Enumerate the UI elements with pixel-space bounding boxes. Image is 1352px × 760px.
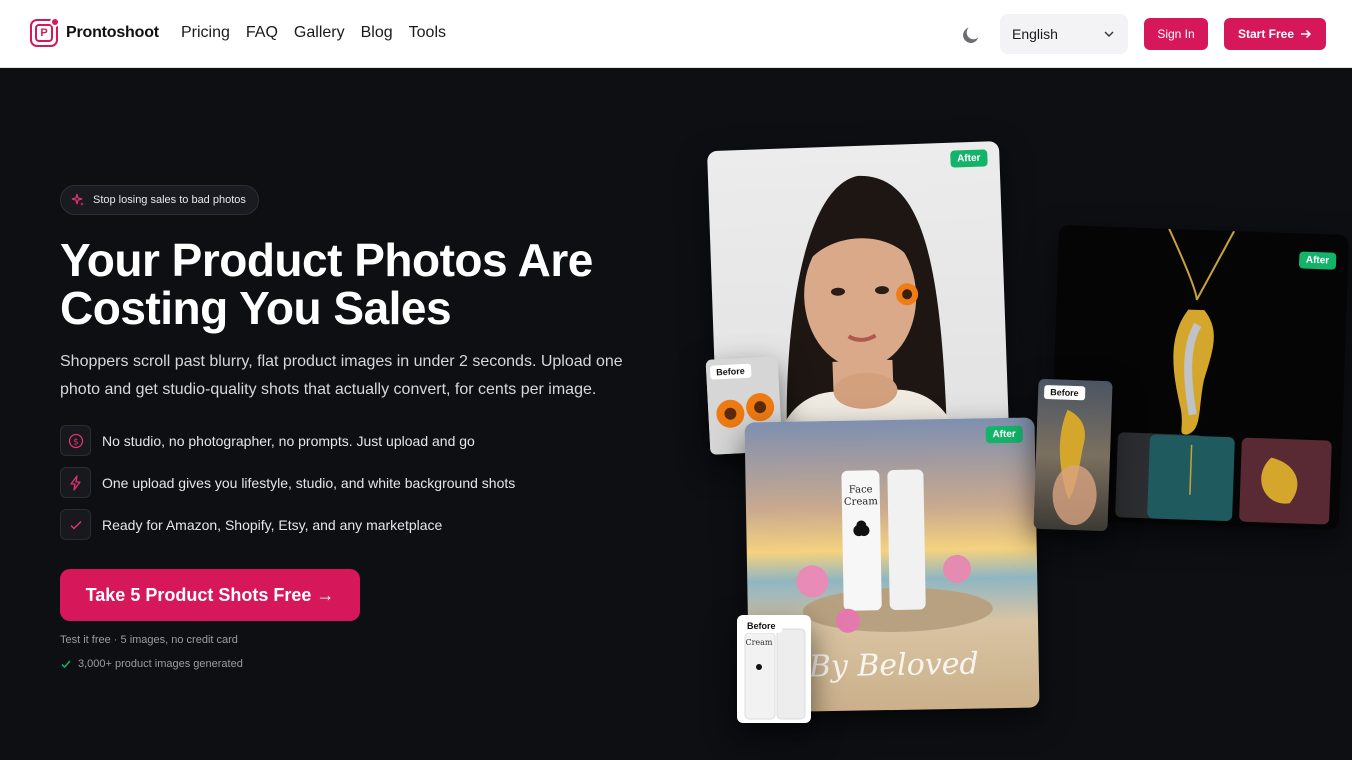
feature-item-marketplace: Ready for Amazon, Shopify, Etsy, and any… <box>60 509 442 540</box>
pendant-before-image: Before <box>1033 378 1113 532</box>
check-icon <box>61 660 71 669</box>
pendant-illustration <box>1052 409 1097 526</box>
top-navbar: P Prontoshoot Pricing FAQ Gallery Blog T… <box>0 0 1352 68</box>
before-tag: Before <box>1043 384 1085 401</box>
small-cream-label: Cream <box>745 638 772 647</box>
dollar-icon: $ <box>60 425 91 456</box>
nav-link-tools[interactable]: Tools <box>409 24 446 42</box>
svg-text:$: $ <box>73 437 79 447</box>
before-tag: Before <box>709 363 752 380</box>
moon-icon[interactable] <box>960 24 982 46</box>
nav-link-faq[interactable]: FAQ <box>246 24 278 42</box>
social-proof: 3,000+ product images generated <box>60 658 243 670</box>
feature-text: No studio, no photographer, no prompts. … <box>102 432 475 449</box>
after-tag: After <box>985 425 1023 444</box>
cream-tube-label-2: Cream <box>844 496 878 508</box>
feature-text: One upload gives you lifestyle, studio, … <box>102 474 516 491</box>
after-tag: After <box>1298 251 1337 270</box>
take-free-shots-button[interactable]: Take 5 Product Shots Free → <box>60 569 360 621</box>
sign-in-button[interactable]: Sign In <box>1144 18 1208 50</box>
hero-badge-text: Stop losing sales to bad photos <box>93 194 246 206</box>
brand-script-text: By Beloved <box>808 647 979 685</box>
language-select-value: English <box>1012 26 1058 42</box>
language-select[interactable]: English <box>1000 14 1128 54</box>
chevron-down-icon <box>1104 31 1114 37</box>
start-free-label: Start Free <box>1237 27 1295 41</box>
hero-headline: Your Product Photos Are Costing You Sale… <box>60 234 593 334</box>
feature-item-one-upload: One upload gives you lifestyle, studio, … <box>60 467 515 498</box>
social-proof-text: 3,000+ product images generated <box>78 658 243 670</box>
nav-link-blog[interactable]: Blog <box>361 24 393 42</box>
arrow-right-icon <box>1301 29 1312 39</box>
logo-icon: P <box>30 17 60 47</box>
bolt-icon <box>60 467 91 498</box>
sparkle-icon <box>71 193 84 206</box>
feature-text: Ready for Amazon, Shopify, Etsy, and any… <box>102 516 443 533</box>
hero-badge: Stop losing sales to bad photos <box>60 185 259 215</box>
fine-print: Test it free · 5 images, no credit card <box>60 634 238 646</box>
nav-link-pricing[interactable]: Pricing <box>181 24 230 42</box>
hero-subtext: Shoppers scroll past blurry, flat produc… <box>60 353 623 398</box>
nav-link-gallery[interactable]: Gallery <box>294 24 345 42</box>
feature-item-no-studio: $ No studio, no photographer, no prompts… <box>60 425 475 456</box>
check-icon <box>60 509 91 540</box>
start-free-button[interactable]: Start Free <box>1224 18 1326 50</box>
after-tag: After <box>949 149 988 168</box>
cream-tube-label-1: Face <box>849 484 873 495</box>
before-tag: Before <box>741 619 782 633</box>
logo-text: Prontoshoot <box>66 24 159 41</box>
cream-before-image: Cream Before <box>737 615 811 723</box>
logo-link[interactable]: P Prontoshoot <box>30 17 159 47</box>
nav-links: Pricing FAQ Gallery Blog Tools <box>181 24 446 42</box>
